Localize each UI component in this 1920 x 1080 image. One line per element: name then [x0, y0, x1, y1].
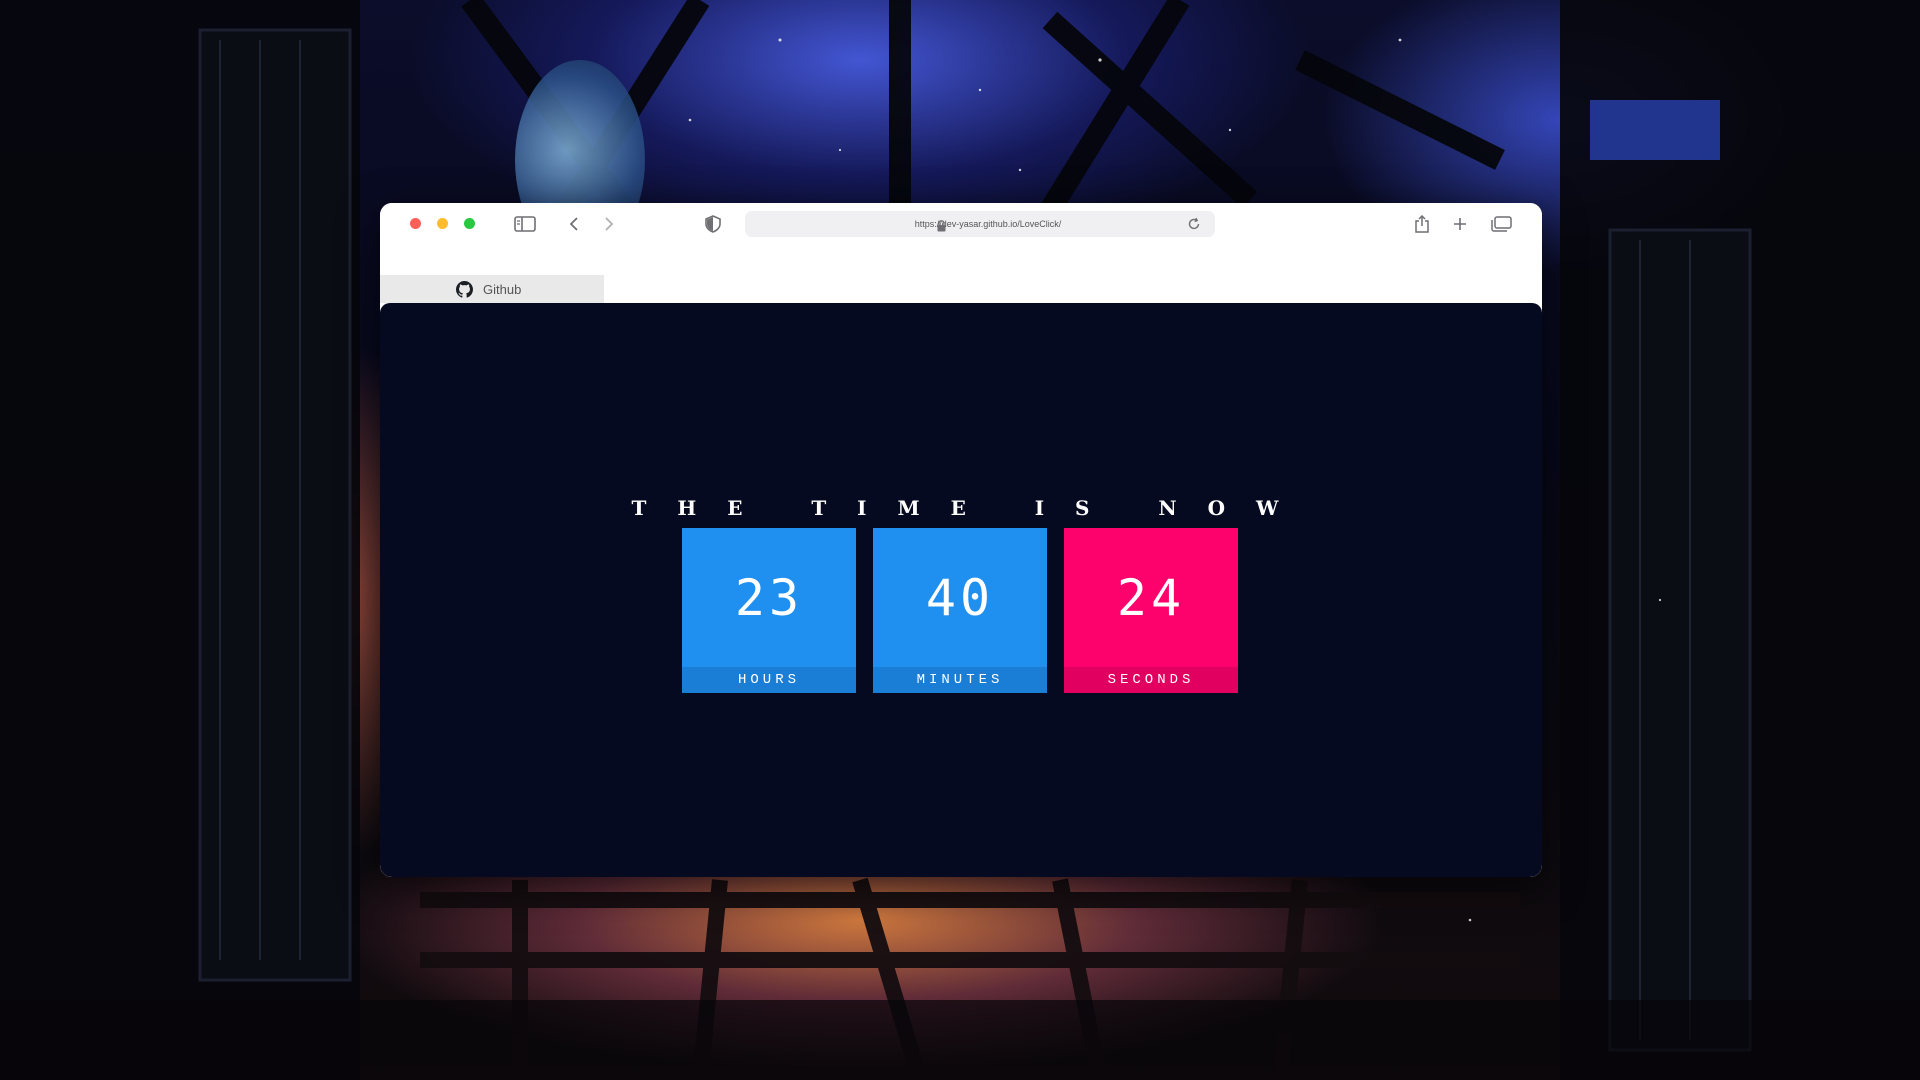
browser-toolbar: https://dev-yasar.github.io/LoveClick/: [380, 203, 1542, 271]
address-bar[interactable]: https://dev-yasar.github.io/LoveClick/: [745, 211, 1215, 237]
tab-github[interactable]: Github: [380, 275, 604, 303]
tab-overview-icon[interactable]: [1490, 214, 1512, 234]
seconds-box: 24 SECONDS: [1064, 528, 1238, 693]
share-icon[interactable]: [1414, 214, 1430, 234]
github-icon: [456, 280, 473, 298]
privacy-shield-icon[interactable]: [705, 214, 721, 234]
page-headline: T H E T I M E I S N O W: [631, 496, 1291, 520]
minutes-label: MINUTES: [873, 667, 1047, 693]
timer-boxes: 23 HOURS 40 MINUTES 24 SECONDS: [682, 528, 1242, 693]
close-window-button[interactable]: [410, 218, 421, 229]
page-content: T H E T I M E I S N O W 23 HOURS 40 MINU…: [380, 303, 1542, 877]
hours-label: HOURS: [682, 667, 856, 693]
new-tab-plus-icon[interactable]: [1452, 214, 1468, 234]
lock-icon: [937, 217, 946, 236]
tab-label: Github: [483, 281, 522, 297]
minutes-box: 40 MINUTES: [873, 528, 1047, 693]
zoom-window-button[interactable]: [464, 218, 475, 229]
seconds-value: 24: [1064, 528, 1238, 667]
seconds-label: SECONDS: [1064, 667, 1238, 693]
minimize-window-button[interactable]: [437, 218, 448, 229]
back-arrow-icon[interactable]: [568, 214, 580, 234]
browser-window: https://dev-yasar.github.io/LoveClick/ G…: [380, 203, 1542, 877]
desktop-background: https://dev-yasar.github.io/LoveClick/ G…: [0, 0, 1920, 1080]
forward-arrow-icon[interactable]: [603, 214, 615, 234]
sidebar-toggle-icon[interactable]: [514, 214, 536, 234]
hours-value: 23: [682, 528, 856, 667]
hours-box: 23 HOURS: [682, 528, 856, 693]
minutes-value: 40: [873, 528, 1047, 667]
reload-icon[interactable]: [1187, 216, 1201, 235]
